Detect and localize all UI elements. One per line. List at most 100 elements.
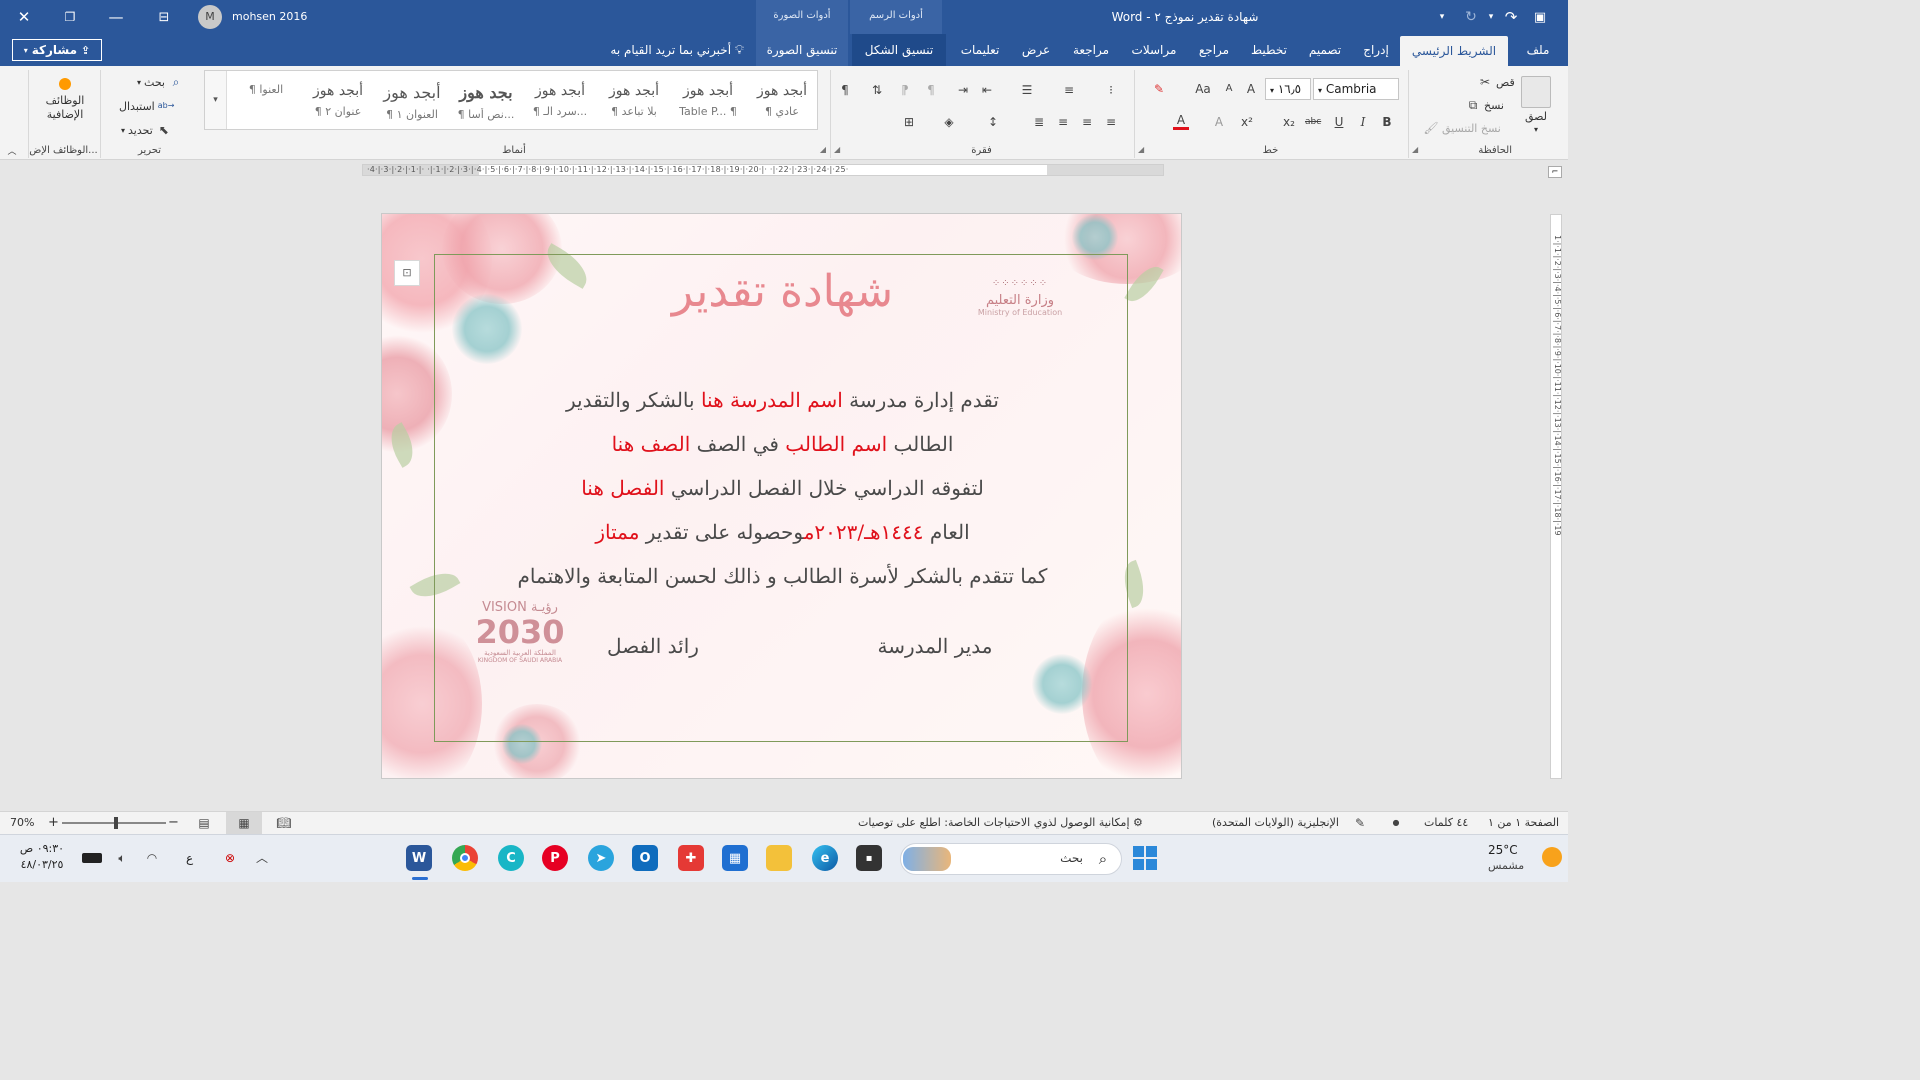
- volume-icon[interactable]: 🔈︎: [114, 850, 130, 866]
- ltr-icon[interactable]: ¶: [923, 82, 939, 98]
- style-list-paragraph[interactable]: أبجد هوز ¶ سرد الـ...: [527, 77, 593, 127]
- keyboard-language[interactable]: ع: [186, 851, 193, 865]
- dialog-launcher-icon[interactable]: ◢: [1412, 145, 1418, 154]
- style-normal[interactable]: أبجد هوز ¶ عادي: [749, 77, 815, 127]
- cut-button[interactable]: ✂ قص: [1477, 74, 1515, 90]
- save-icon[interactable]: ▣: [1528, 0, 1552, 34]
- shading-icon[interactable]: ◈: [941, 114, 957, 130]
- font-color-icon[interactable]: A: [1173, 112, 1189, 130]
- superscript-icon[interactable]: x²: [1239, 114, 1255, 130]
- grow-font-icon[interactable]: A: [1243, 81, 1259, 97]
- ruler-toggle-icon[interactable]: ⌐: [1548, 166, 1562, 178]
- weather-widget[interactable]: 25°C مشمس: [1470, 841, 1564, 877]
- subscript-icon[interactable]: x₂: [1281, 114, 1297, 130]
- font-size-field[interactable]: ▾ ١٦٫٥: [1265, 78, 1311, 100]
- style-table-paragraph[interactable]: أبجد هوز Table P... ¶: [675, 77, 741, 127]
- wifi-icon[interactable]: ◠: [144, 850, 160, 866]
- align-left-icon[interactable]: ≡: [1103, 114, 1119, 130]
- restore-button[interactable]: ❐: [50, 0, 90, 34]
- proofing-icon[interactable]: ✎: [1352, 815, 1368, 831]
- pinterest-icon[interactable]: P: [542, 845, 568, 871]
- numbering-icon[interactable]: ≡: [1061, 82, 1077, 98]
- battery-icon[interactable]: [82, 853, 102, 863]
- sort-az-icon[interactable]: ⇅: [869, 82, 885, 98]
- customize-qat-icon[interactable]: ▾: [1432, 0, 1452, 34]
- dialog-launcher-icon[interactable]: ◢: [820, 145, 826, 154]
- align-right-icon[interactable]: ≡: [1055, 114, 1071, 130]
- edge-icon[interactable]: e: [812, 845, 838, 871]
- style-heading-2[interactable]: أبجد هوز ¶ عنوان ٢: [305, 77, 371, 127]
- change-case-icon[interactable]: Aa: [1195, 81, 1211, 97]
- multilevel-list-icon[interactable]: ☰: [1019, 82, 1035, 98]
- italic-icon[interactable]: I: [1355, 114, 1371, 130]
- justify-icon[interactable]: ≣: [1031, 114, 1047, 130]
- tab-mailings[interactable]: مراسلات: [1124, 34, 1184, 66]
- antivirus-icon[interactable]: ⊗: [222, 850, 238, 866]
- horizontal-ruler[interactable]: ·4·|·3·|·2·|·1·|· ·|·1·|·2·|·3·|·4·|·5·|…: [362, 164, 1164, 176]
- clear-formatting-icon[interactable]: ✎: [1151, 81, 1167, 97]
- format-painter-button[interactable]: 🖌︎ نسخ التنسيق: [1423, 120, 1500, 136]
- find-button[interactable]: ▾ بحث ⌕: [137, 74, 184, 90]
- avatar[interactable]: M: [198, 5, 222, 29]
- tab-insert[interactable]: إدراج: [1354, 34, 1398, 66]
- bold-icon[interactable]: B: [1379, 114, 1395, 130]
- zoom-level[interactable]: 70%: [10, 812, 34, 834]
- vertical-ruler[interactable]: 1·|·1·|·2·|·3·|·4·|·5·|·6·|·7·|·8·|·9·|·…: [1550, 214, 1562, 779]
- tell-me-box[interactable]: 💡︎ أخبرني بما تريد القيام به: [588, 34, 744, 66]
- tab-picture-format[interactable]: تنسيق الصورة: [756, 34, 848, 66]
- dialog-launcher-icon[interactable]: ◢: [1138, 145, 1144, 154]
- tab-view[interactable]: عرض: [1016, 34, 1056, 66]
- file-explorer-icon[interactable]: [766, 845, 792, 871]
- word-icon[interactable]: W: [406, 845, 432, 871]
- undo-dropdown-icon[interactable]: ▾: [1484, 0, 1498, 34]
- tab-file[interactable]: ملف: [1516, 34, 1560, 66]
- replace-button[interactable]: استبدال ab→: [119, 98, 174, 114]
- minimize-button[interactable]: —: [96, 0, 136, 34]
- gift-icon[interactable]: ✚: [678, 845, 704, 871]
- undo-icon[interactable]: ↷: [1500, 0, 1522, 34]
- zoom-slider[interactable]: [62, 817, 166, 829]
- rtl-icon[interactable]: ⁋: [897, 82, 913, 98]
- page-count[interactable]: الصفحة ١ من ١: [1488, 812, 1559, 834]
- print-layout-icon[interactable]: ▦: [226, 812, 262, 834]
- start-icon[interactable]: [1132, 845, 1158, 871]
- share-button[interactable]: ▾ مشاركة ⇪: [12, 39, 102, 61]
- app-c-icon[interactable]: C: [498, 845, 524, 871]
- borders-icon[interactable]: ⊞: [901, 114, 917, 130]
- language-status[interactable]: الإنجليزية (الولايات المتحدة): [1212, 812, 1339, 834]
- tab-references[interactable]: مراجع: [1190, 34, 1238, 66]
- clock[interactable]: ٠٩:٣٠ ص ٤٨/٠٣/٢٥: [14, 841, 70, 873]
- dialog-launcher-icon[interactable]: ◢: [834, 145, 840, 154]
- text-effects-icon[interactable]: A: [1211, 114, 1227, 130]
- taskbar-search[interactable]: ⌕ بحث: [900, 843, 1122, 875]
- underline-icon[interactable]: U: [1331, 114, 1347, 130]
- shrink-font-icon[interactable]: A: [1221, 81, 1237, 97]
- styles-more-icon[interactable]: ▾: [205, 71, 227, 129]
- tab-design[interactable]: تصميم: [1300, 34, 1350, 66]
- tab-home[interactable]: الشريط الرئيسي: [1400, 36, 1508, 66]
- ribbon-display-options-button[interactable]: ⊟: [144, 0, 184, 34]
- style-body-text[interactable]: بجد هوز ¶ نص أسا...: [453, 77, 519, 127]
- select-button[interactable]: ▾ تحديد ⬉: [121, 122, 172, 138]
- tab-layout[interactable]: تخطيط: [1244, 34, 1294, 66]
- accessibility-status[interactable]: ⚙ إمكانية الوصول لذوي الاحتياجات الخاصة:…: [858, 812, 1143, 834]
- word-count[interactable]: ٤٤ كلمات: [1424, 812, 1468, 834]
- track-changes-icon[interactable]: ●: [1388, 815, 1404, 831]
- zoom-out-button[interactable]: −: [168, 812, 179, 834]
- style-title[interactable]: ¶ العنوا: [233, 77, 299, 127]
- chrome-icon[interactable]: [452, 845, 478, 871]
- tab-shape-format[interactable]: تنسيق الشكل: [852, 34, 946, 66]
- decrease-indent-icon[interactable]: ⇤: [979, 82, 995, 98]
- tab-help[interactable]: تعليمات: [952, 34, 1008, 66]
- task-view-icon[interactable]: ▪: [856, 845, 882, 871]
- paste-button[interactable]: لصق ▾: [1521, 76, 1551, 134]
- outlook-icon[interactable]: O: [632, 845, 658, 871]
- read-mode-icon[interactable]: 📖︎: [276, 815, 292, 831]
- store-icon[interactable]: ▦: [722, 845, 748, 871]
- align-center-icon[interactable]: ≡: [1079, 114, 1095, 130]
- close-button[interactable]: ✕: [4, 0, 44, 34]
- user-name[interactable]: mohsen 2016: [232, 0, 307, 34]
- repeat-icon[interactable]: ↻: [1460, 0, 1482, 34]
- bullets-icon[interactable]: ⁝: [1103, 82, 1119, 98]
- collapse-ribbon-icon[interactable]: ︿: [4, 144, 20, 160]
